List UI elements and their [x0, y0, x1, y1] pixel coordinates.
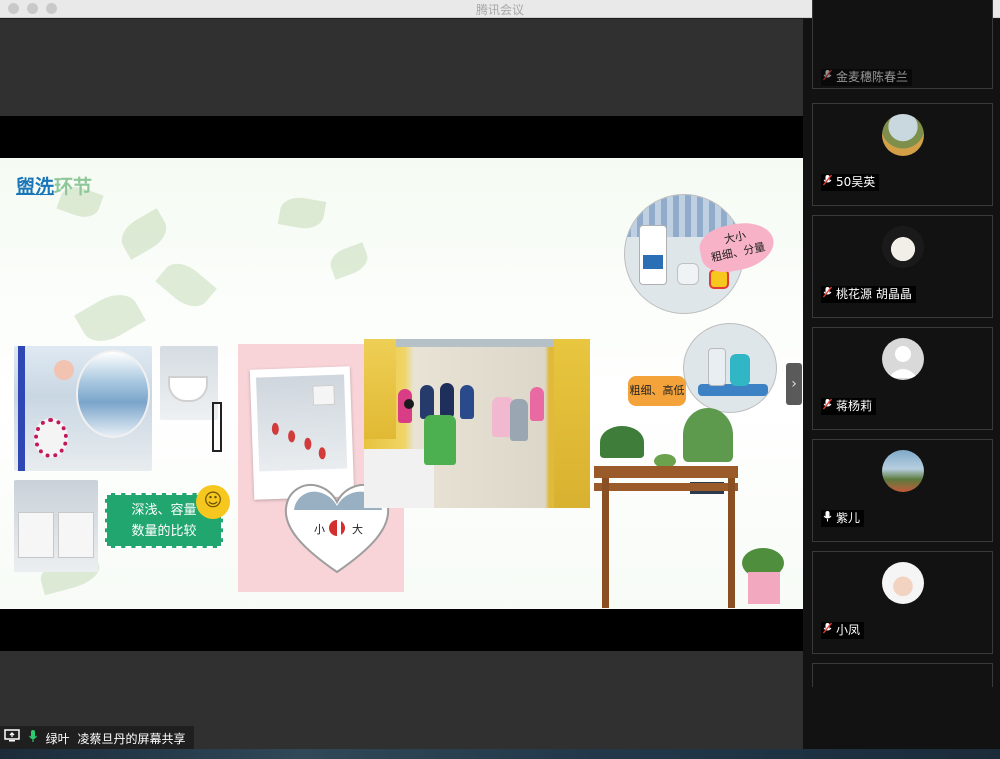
- participant-name-tag: 紫儿: [821, 510, 865, 527]
- avatar: [882, 450, 924, 492]
- mic-muted-icon: [822, 622, 833, 639]
- participant-name: 小凤: [836, 623, 861, 637]
- slide-title-sub: 环节: [54, 176, 93, 198]
- slide-title-main: 盥洗: [16, 176, 55, 198]
- mic-on-icon: [823, 510, 832, 527]
- participant-tile[interactable]: 蒋杨莉: [812, 327, 993, 430]
- mirror-photo: [14, 346, 152, 471]
- shared-screen-stage: 盥洗环节 深浅、容量 数量的比较 ☺ 小 大 大小 粗细、分量 粗细、高低: [0, 19, 803, 749]
- avatar: [882, 562, 924, 604]
- avatar: [882, 226, 924, 268]
- wooden-shelf-bar: [594, 483, 738, 491]
- participant-name: 桃花源 胡晶晶: [836, 287, 912, 301]
- participant-name: 50吴英: [836, 175, 876, 189]
- basin-photo: [14, 480, 98, 572]
- leaf-decoration: [326, 242, 372, 280]
- participant-tile[interactable]: [812, 663, 993, 687]
- heart-small-label: 小: [314, 523, 325, 536]
- mic-muted-icon: [822, 398, 833, 415]
- leaf-decoration: [74, 285, 146, 351]
- participant-name: 蒋杨莉: [836, 399, 873, 413]
- participant-panel: 金麦穗陈春兰 50吴英 桃花源 胡晶晶 蒋杨莉 紫儿 小凤: [803, 0, 1000, 749]
- participant-tile[interactable]: 金麦穗陈春兰: [812, 0, 993, 89]
- mic-muted-icon: [822, 69, 833, 86]
- share-host-name: 绿叶: [45, 731, 70, 746]
- shelf-leg: [602, 478, 609, 608]
- slide-title: 盥洗环节: [16, 172, 92, 199]
- letterbox-bottom: [0, 609, 803, 651]
- wooden-shelf: [594, 466, 738, 478]
- leaf-decoration: [115, 208, 173, 260]
- participant-name-tag: 金麦穗陈春兰: [821, 69, 913, 86]
- screen-share-icon: [4, 727, 20, 751]
- default-avatar-icon: [882, 338, 924, 380]
- shelf-leg: [728, 478, 735, 608]
- screen-share-indicator[interactable]: 绿叶 凌蔡旦丹的屏幕共享: [0, 726, 194, 750]
- leaf-decoration: [277, 194, 327, 232]
- plant-decoration: [600, 426, 644, 458]
- participant-tile[interactable]: 桃花源 胡晶晶: [812, 215, 993, 318]
- caption-line: 数量的比较: [131, 524, 197, 539]
- leaf-decoration: [155, 255, 217, 315]
- desktop-background-strip: [0, 749, 1000, 759]
- children-washroom-photo: [364, 339, 590, 508]
- smiley-icon: ☺: [196, 485, 230, 519]
- heart-big-label: 大: [352, 522, 363, 536]
- bracket-decoration: [212, 402, 222, 452]
- letterbox-top: [0, 116, 803, 158]
- avatar: [882, 114, 924, 156]
- plant-pot: [748, 572, 780, 604]
- participant-tile[interactable]: 50吴英: [812, 103, 993, 206]
- shared-slide: 盥洗环节 深浅、容量 数量的比较 ☺ 小 大 大小 粗细、分量 粗细、高低: [0, 158, 803, 609]
- meeting-window: 腾讯会议 盥洗环节 深浅、容量 数量的比较 ☺ 小 大 大小 粗细、分量 粗细、…: [0, 0, 1000, 759]
- participant-name: 金麦穗陈春兰: [836, 70, 909, 84]
- participant-name: 紫儿: [836, 511, 861, 525]
- collapse-panel-button[interactable]: ›: [786, 363, 802, 405]
- thickness-tag: 粗细、高低: [628, 376, 686, 406]
- hand-wash-bottles-photo: [683, 323, 777, 413]
- plant-decoration: [683, 408, 733, 462]
- mic-muted-icon: [822, 174, 833, 191]
- share-label: 凌蔡旦丹的屏幕共享: [77, 731, 186, 746]
- participant-tile[interactable]: 紫儿: [812, 439, 993, 542]
- mic-on-icon: [28, 727, 38, 751]
- participant-name-tag: 小凤: [821, 622, 865, 639]
- participant-name-tag: 50吴英: [821, 174, 880, 191]
- mic-muted-icon: [822, 286, 833, 303]
- participant-name-tag: 桃花源 胡晶晶: [821, 286, 916, 303]
- cup-rack-photo: [160, 346, 218, 420]
- participant-tile[interactable]: 小凤: [812, 551, 993, 654]
- participant-name-tag: 蒋杨莉: [821, 398, 877, 415]
